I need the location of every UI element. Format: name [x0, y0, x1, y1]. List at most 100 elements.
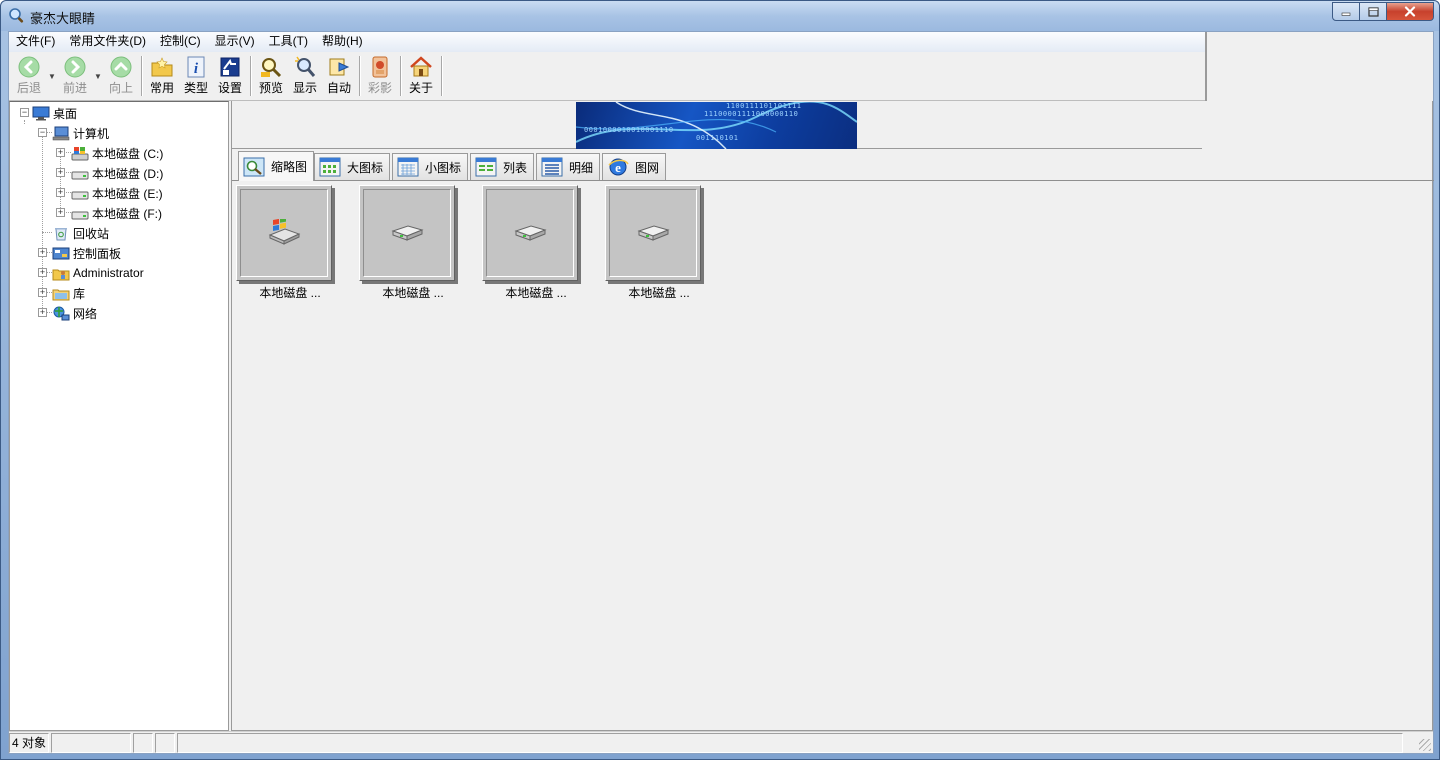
show-button[interactable]: 显示	[288, 53, 322, 99]
tree-node-library[interactable]: 库	[52, 283, 85, 303]
thumbnail-item[interactable]: 本地磁盘 ...	[236, 185, 336, 300]
collapse-toggle[interactable]: −	[38, 128, 47, 137]
thumbnail-item[interactable]: 本地磁盘 ...	[605, 185, 705, 300]
folder-tree[interactable]: − 桌面 − 计算机 + 本地磁盘 (C:) + 本地磁盘 (D:) + 本地磁…	[9, 101, 229, 731]
expand-toggle[interactable]: +	[38, 288, 47, 297]
details-view-icon	[541, 157, 563, 177]
svg-text:e: e	[615, 160, 621, 175]
forward-button[interactable]: 前进	[58, 53, 92, 99]
up-arrow-icon	[109, 55, 133, 79]
tree-label: 本地磁盘 (E:)	[92, 186, 163, 201]
title-bar[interactable]: 豪杰大眼睛	[1, 1, 1439, 31]
expand-toggle[interactable]: +	[38, 308, 47, 317]
tree-node-drive-e[interactable]: 本地磁盘 (E:)	[71, 183, 163, 203]
about-button[interactable]: 关于	[404, 53, 438, 99]
tree-node-recycle-bin[interactable]: 回收站	[52, 223, 109, 243]
web-gallery-icon: e	[607, 157, 629, 177]
preview-button[interactable]: 预览	[254, 53, 288, 99]
common-button[interactable]: 常用	[145, 53, 179, 99]
tree-node-desktop[interactable]: 桌面	[32, 103, 77, 123]
tree-node-administrator[interactable]: Administrator	[52, 263, 144, 283]
network-icon	[52, 305, 70, 321]
tree-node-control-panel[interactable]: 控制面板	[52, 243, 121, 263]
menu-tools[interactable]: 工具(T)	[262, 32, 315, 52]
magnifier-icon[interactable]	[8, 7, 26, 25]
tab-web-gallery[interactable]: e 图网	[602, 153, 667, 180]
expand-toggle[interactable]: +	[56, 168, 65, 177]
maximize-icon	[1367, 6, 1379, 17]
close-button[interactable]	[1387, 2, 1434, 21]
toolbar-separator	[359, 56, 360, 96]
color-button[interactable]: 彩影	[363, 53, 397, 99]
tree-node-network[interactable]: 网络	[52, 303, 97, 323]
info-icon: i	[184, 55, 208, 79]
banner-binary-line: 0001000010010001110	[584, 126, 674, 134]
expand-toggle[interactable]: +	[56, 208, 65, 217]
banner-binary-line: 1100111101101111	[726, 102, 802, 110]
window-controls	[1332, 2, 1434, 22]
chevron-down-icon: ▼	[48, 71, 56, 81]
tree-label: 本地磁盘 (C:)	[92, 146, 164, 161]
hard-drive-icon	[636, 222, 670, 245]
thumbnail-inner	[609, 189, 697, 277]
back-dropdown-button[interactable]: ▼	[46, 53, 58, 99]
up-button[interactable]: 向上	[104, 53, 138, 99]
maximize-button[interactable]	[1360, 2, 1387, 21]
preview-magnifier-icon	[259, 55, 283, 79]
back-button[interactable]: 后退	[12, 53, 46, 99]
thumbnail-inner	[486, 189, 574, 277]
thumbnail-frame	[359, 185, 455, 281]
tab-label: 缩略图	[271, 160, 308, 174]
about-label: 关于	[408, 81, 433, 95]
tab-list[interactable]: 列表	[470, 153, 535, 180]
tab-small-icons[interactable]: 小图标	[392, 153, 469, 180]
tree-node-drive-f[interactable]: 本地磁盘 (F:)	[71, 203, 162, 223]
user-folder-icon	[52, 265, 70, 281]
menu-favorite-folders[interactable]: 常用文件夹(D)	[62, 32, 153, 52]
tree-node-computer[interactable]: 计算机	[52, 123, 109, 143]
hard-drive-icon	[513, 222, 547, 245]
thumbnail-caption: 本地磁盘 ...	[505, 286, 567, 300]
system-drive-icon	[71, 145, 89, 161]
tree-node-drive-d[interactable]: 本地磁盘 (D:)	[71, 163, 163, 183]
settings-icon	[218, 55, 242, 79]
settings-button[interactable]: 设置	[213, 53, 247, 99]
up-label: 向上	[108, 81, 133, 95]
menu-help[interactable]: 帮助(H)	[315, 32, 370, 52]
forward-dropdown-button[interactable]: ▼	[92, 53, 104, 99]
type-button[interactable]: i 类型	[179, 53, 213, 99]
expand-toggle[interactable]: +	[56, 148, 65, 157]
tab-label: 列表	[503, 160, 528, 175]
menu-control[interactable]: 控制(C)	[153, 32, 208, 52]
status-panel	[155, 733, 175, 753]
tab-details[interactable]: 明细	[536, 153, 601, 180]
binary-banner-image: 0001000010010001110 11100001111000000110…	[576, 102, 857, 149]
tree-label: 桌面	[53, 106, 78, 121]
thumbnail-caption: 本地磁盘 ...	[628, 286, 690, 300]
computer-icon	[52, 125, 70, 141]
tab-large-icons[interactable]: 大图标	[314, 153, 391, 180]
settings-label: 设置	[217, 81, 242, 95]
tab-label: 图网	[635, 160, 660, 175]
thumbnail-item[interactable]: 本地磁盘 ...	[482, 185, 582, 300]
menu-file[interactable]: 文件(F)	[9, 32, 62, 52]
close-icon	[1404, 6, 1416, 17]
show-label: 显示	[292, 81, 317, 95]
back-arrow-icon	[17, 55, 41, 79]
tab-thumbnails[interactable]: 缩略图	[238, 151, 315, 181]
resize-grip[interactable]	[1419, 739, 1431, 751]
collapse-toggle[interactable]: −	[20, 108, 29, 117]
tree-label: 控制面板	[73, 246, 122, 261]
expand-toggle[interactable]: +	[38, 268, 47, 277]
tree-node-drive-c[interactable]: 本地磁盘 (C:)	[71, 143, 163, 163]
expand-toggle[interactable]: +	[38, 248, 47, 257]
show-magnifier-icon	[293, 55, 317, 79]
tree-label: 本地磁盘 (F:)	[92, 206, 162, 221]
tab-label: 大图标	[347, 160, 384, 175]
toolbar-separator	[441, 56, 442, 96]
expand-toggle[interactable]: +	[56, 188, 65, 197]
auto-button[interactable]: 自动	[322, 53, 356, 99]
minimize-button[interactable]	[1332, 2, 1360, 21]
thumbnail-item[interactable]: 本地磁盘 ...	[359, 185, 459, 300]
menu-view[interactable]: 显示(V)	[208, 32, 262, 52]
